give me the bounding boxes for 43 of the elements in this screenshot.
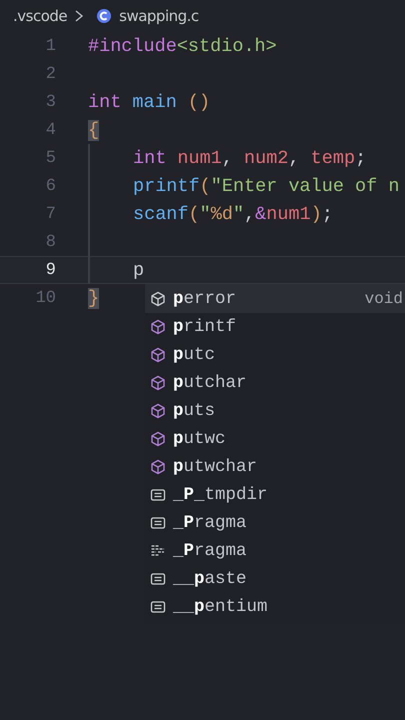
list-box-icon — [150, 599, 166, 615]
suggestion-item[interactable]: __pentium — [145, 593, 405, 621]
chevron-icon — [74, 9, 84, 23]
suggestion-item[interactable]: putwc — [145, 425, 405, 453]
list-box-icon — [150, 571, 166, 587]
breadcrumb-item[interactable]: swapping.c — [119, 7, 199, 25]
c-file-icon — [97, 9, 112, 23]
suggestion-item[interactable]: puts — [145, 397, 405, 425]
line-number: 2 — [44, 64, 56, 84]
list-box-icon — [150, 515, 166, 531]
cube-icon — [150, 319, 166, 335]
line-number: 9 — [44, 260, 56, 280]
suggestion-item[interactable]: printf — [145, 313, 405, 341]
line-number: 7 — [44, 204, 56, 224]
line-number: 4 — [44, 120, 56, 140]
cube-icon — [150, 347, 166, 363]
code-line: scanf("%d",&num1); — [133, 204, 333, 224]
line-number: 8 — [44, 232, 56, 252]
suggestion-item[interactable]: putwchar — [145, 453, 405, 481]
cube-icon — [150, 403, 166, 419]
cube-icon — [150, 375, 166, 391]
code-line: int num1, num2, temp; — [133, 148, 366, 168]
code-line: int main () — [88, 92, 210, 112]
code-line: printf("Enter value of n — [133, 176, 400, 196]
breadcrumb-item[interactable]: .vscode — [13, 7, 68, 25]
line-number: 5 — [44, 148, 56, 168]
line-number: 3 — [44, 92, 56, 112]
line-number: 6 — [44, 176, 56, 196]
line-number: 10 — [34, 288, 56, 308]
code-line: #include<stdio.h> — [88, 36, 277, 56]
list-box-icon — [150, 487, 166, 503]
cube-icon — [150, 291, 166, 307]
cube-icon — [150, 431, 166, 447]
code-line: p — [133, 260, 144, 280]
suggestion-item[interactable]: _P_tmpdir — [145, 481, 405, 509]
suggestion-item[interactable]: _Pragma — [145, 509, 405, 537]
cube-icon — [150, 459, 166, 475]
suggestion-item[interactable]: __paste — [145, 565, 405, 593]
suggestion-item[interactable]: putchar — [145, 369, 405, 397]
suggestion-item[interactable]: _Pragma — [145, 537, 405, 565]
suggestion-item[interactable]: perror void — [145, 285, 405, 313]
suggestion-item[interactable]: putc — [145, 341, 405, 369]
line-number: 1 — [44, 36, 56, 56]
